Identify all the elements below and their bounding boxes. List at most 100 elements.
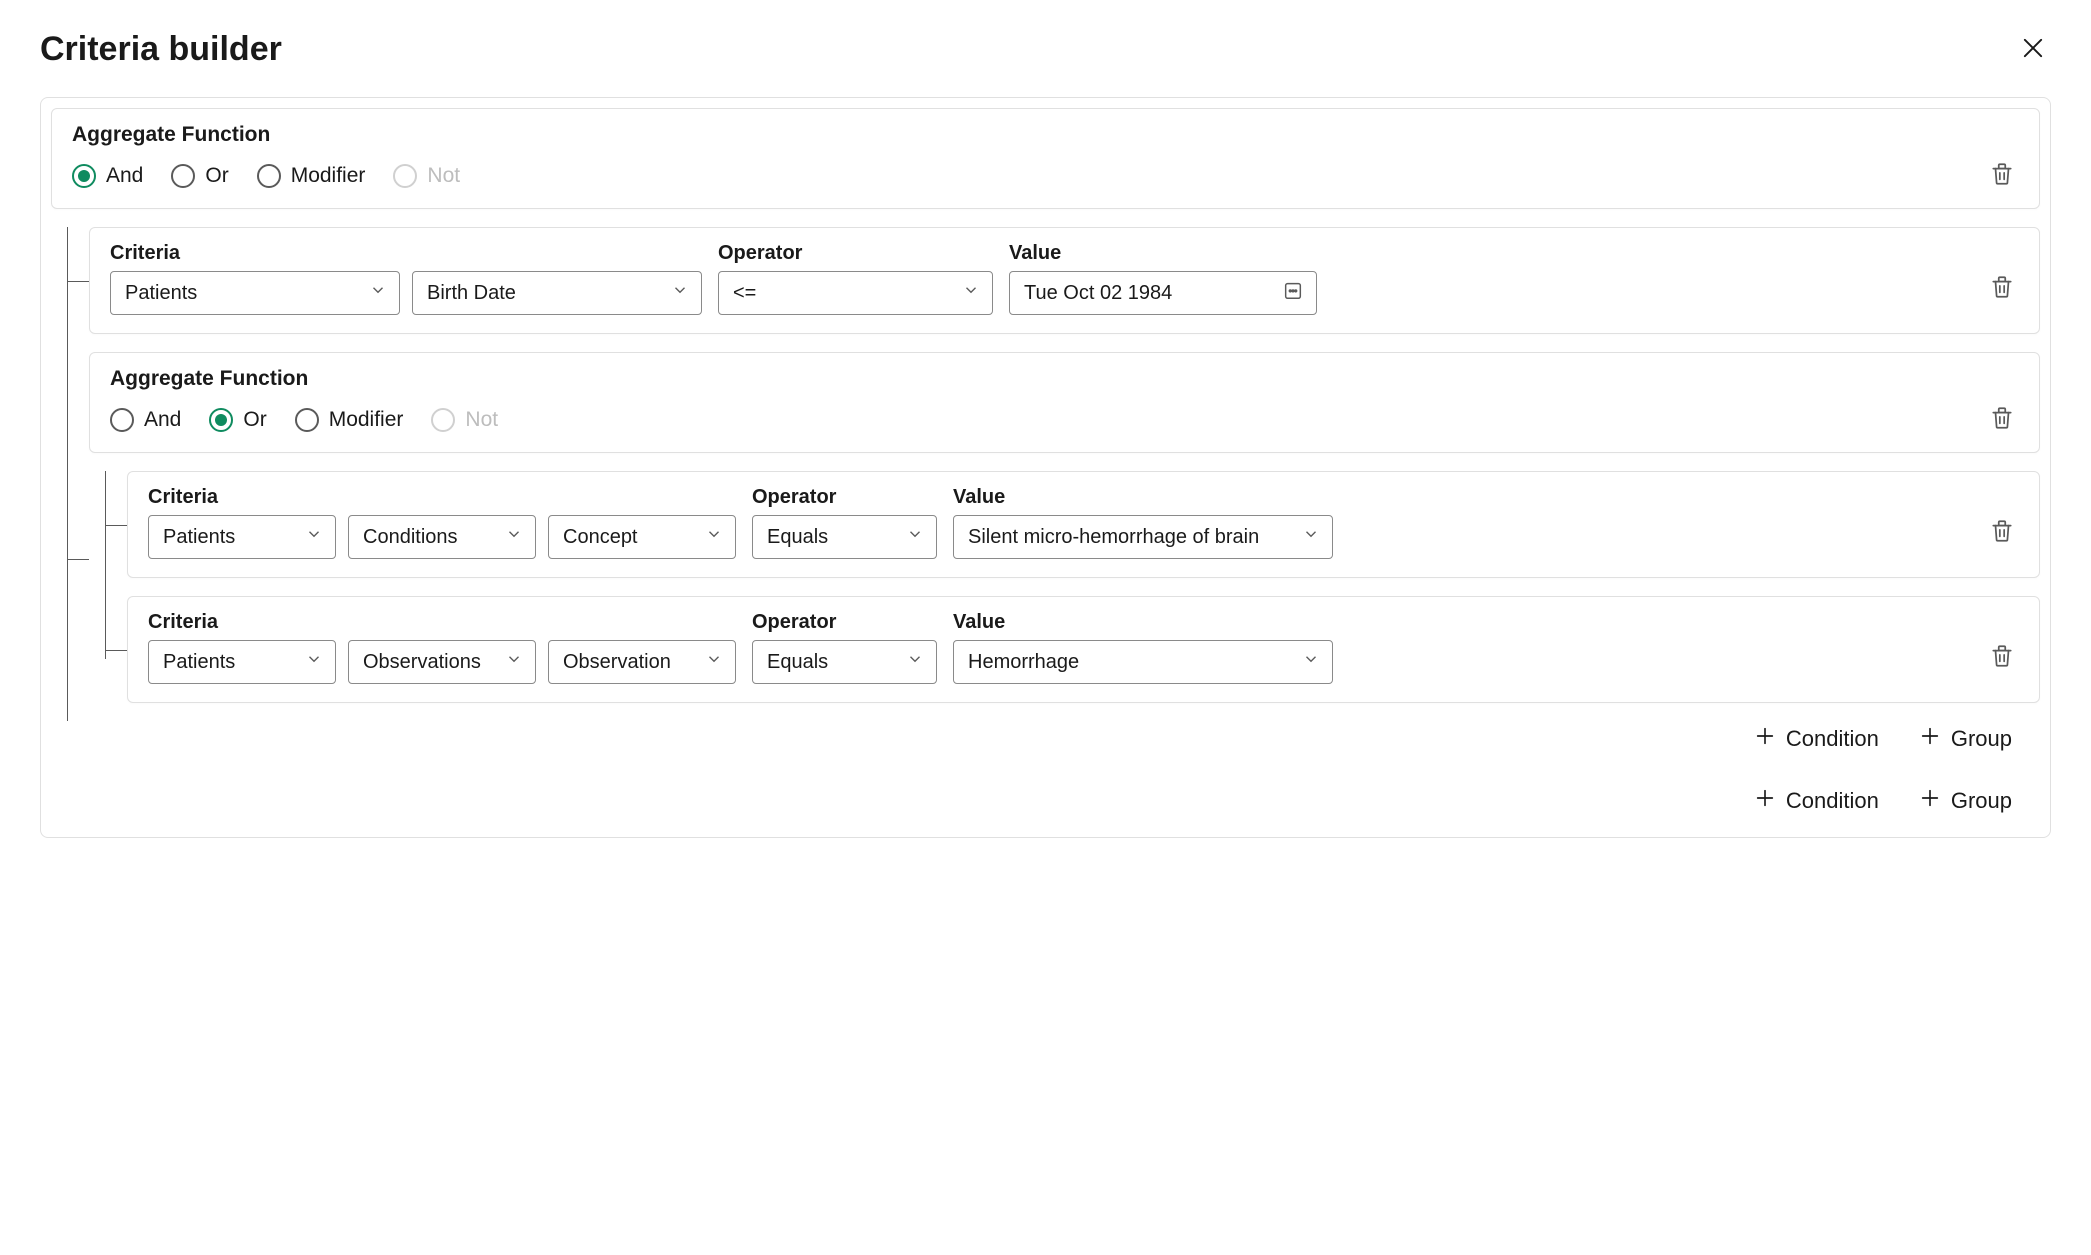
chevron-down-icon xyxy=(671,281,689,305)
criteria-select-0[interactable]: Patients xyxy=(148,640,336,684)
action-label: Group xyxy=(1951,726,2012,752)
value-date-input[interactable]: Tue Oct 02 1984 xyxy=(1009,271,1317,315)
chevron-down-icon xyxy=(906,525,924,549)
operator-label: Operator xyxy=(752,611,937,634)
radio-not: Not xyxy=(393,164,460,188)
select-value: Equals xyxy=(767,526,828,549)
close-button[interactable] xyxy=(2015,30,2051,69)
trash-icon xyxy=(1989,643,2015,672)
select-value: Patients xyxy=(125,282,197,305)
radio-and[interactable]: And xyxy=(110,408,181,432)
radio-label: Not xyxy=(465,408,498,432)
operator-label: Operator xyxy=(752,486,937,509)
page-title: Criteria builder xyxy=(40,30,282,69)
close-icon xyxy=(2019,34,2047,65)
trash-icon xyxy=(1989,274,2015,303)
chevron-down-icon xyxy=(369,281,387,305)
radio-label: Modifier xyxy=(329,408,404,432)
value-label: Value xyxy=(1009,242,1317,265)
radio-icon xyxy=(72,164,96,188)
value-label: Value xyxy=(953,486,1333,509)
criteria-label: Criteria xyxy=(148,486,736,509)
chevron-down-icon xyxy=(705,650,723,674)
action-label: Group xyxy=(1951,788,2012,814)
chevron-down-icon xyxy=(705,525,723,549)
radio-icon xyxy=(431,408,455,432)
chevron-down-icon xyxy=(962,281,980,305)
aggregate-function-label: Aggregate Function xyxy=(110,367,2019,391)
chevron-down-icon xyxy=(1302,650,1320,674)
radio-or[interactable]: Or xyxy=(171,164,228,188)
select-value: Concept xyxy=(563,526,638,549)
criteria-select-1[interactable]: Observations xyxy=(348,640,536,684)
select-value: Patients xyxy=(163,651,235,674)
chevron-down-icon xyxy=(305,525,323,549)
plus-icon xyxy=(1754,787,1776,815)
operator-select[interactable]: <= xyxy=(718,271,993,315)
select-value: <= xyxy=(733,282,756,305)
criteria-select-1[interactable]: Conditions xyxy=(348,515,536,559)
delete-condition-button[interactable] xyxy=(1985,270,2019,307)
criteria-label: Criteria xyxy=(110,242,702,265)
delete-condition-button[interactable] xyxy=(1985,639,2019,676)
add-condition-button[interactable]: Condition xyxy=(1750,783,1883,819)
operator-label: Operator xyxy=(718,242,993,265)
radio-label: Not xyxy=(427,164,460,188)
delete-group-button[interactable] xyxy=(1985,157,2019,194)
criteria-select-0[interactable]: Patients xyxy=(148,515,336,559)
operator-select[interactable]: Equals xyxy=(752,640,937,684)
radio-icon xyxy=(171,164,195,188)
delete-condition-button[interactable] xyxy=(1985,514,2019,551)
select-value: Birth Date xyxy=(427,282,516,305)
chevron-down-icon xyxy=(505,650,523,674)
select-value: Patients xyxy=(163,526,235,549)
aggregate-function-label: Aggregate Function xyxy=(72,123,2019,147)
radio-icon xyxy=(295,408,319,432)
trash-icon xyxy=(1989,518,2015,547)
criteria-select-2[interactable]: Observation xyxy=(548,640,736,684)
radio-label: Modifier xyxy=(291,164,366,188)
trash-icon xyxy=(1989,161,2015,190)
calendar-icon xyxy=(1282,279,1304,307)
select-value: Hemorrhage xyxy=(968,651,1079,674)
radio-label: Or xyxy=(243,408,266,432)
select-value: Conditions xyxy=(363,526,458,549)
radio-or[interactable]: Or xyxy=(209,408,266,432)
operator-select[interactable]: Equals xyxy=(752,515,937,559)
radio-icon xyxy=(393,164,417,188)
delete-group-button[interactable] xyxy=(1985,401,2019,438)
value-select[interactable]: Silent micro-hemorrhage of brain xyxy=(953,515,1333,559)
criteria-select-0[interactable]: Patients xyxy=(110,271,400,315)
plus-icon xyxy=(1919,787,1941,815)
add-group-button[interactable]: Group xyxy=(1915,721,2016,757)
value-select[interactable]: Hemorrhage xyxy=(953,640,1333,684)
aggregate-group-root: Aggregate Function And Or Modifier Not xyxy=(51,108,2040,209)
radio-label: And xyxy=(106,164,143,188)
condition-row: Criteria Patients Birth Date xyxy=(89,227,2040,334)
criteria-label: Criteria xyxy=(148,611,736,634)
trash-icon xyxy=(1989,405,2015,434)
plus-icon xyxy=(1919,725,1941,753)
select-value: Observation xyxy=(563,651,671,674)
condition-row: Criteria Patients Observations xyxy=(127,596,2040,703)
action-label: Condition xyxy=(1786,726,1879,752)
aggregate-group-nested: Aggregate Function And Or Mo xyxy=(89,352,2040,453)
radio-modifier[interactable]: Modifier xyxy=(295,408,404,432)
add-group-button[interactable]: Group xyxy=(1915,783,2016,819)
radio-label: Or xyxy=(205,164,228,188)
chevron-down-icon xyxy=(906,650,924,674)
radio-icon xyxy=(209,408,233,432)
action-label: Condition xyxy=(1786,788,1879,814)
radio-icon xyxy=(257,164,281,188)
chevron-down-icon xyxy=(305,650,323,674)
radio-modifier[interactable]: Modifier xyxy=(257,164,366,188)
criteria-root-container: Aggregate Function And Or Modifier Not xyxy=(40,97,2051,838)
criteria-select-1[interactable]: Birth Date xyxy=(412,271,702,315)
chevron-down-icon xyxy=(505,525,523,549)
select-value: Silent micro-hemorrhage of brain xyxy=(968,526,1259,549)
radio-label: And xyxy=(144,408,181,432)
criteria-select-2[interactable]: Concept xyxy=(548,515,736,559)
add-condition-button[interactable]: Condition xyxy=(1750,721,1883,757)
radio-and[interactable]: And xyxy=(72,164,143,188)
select-value: Observations xyxy=(363,651,481,674)
